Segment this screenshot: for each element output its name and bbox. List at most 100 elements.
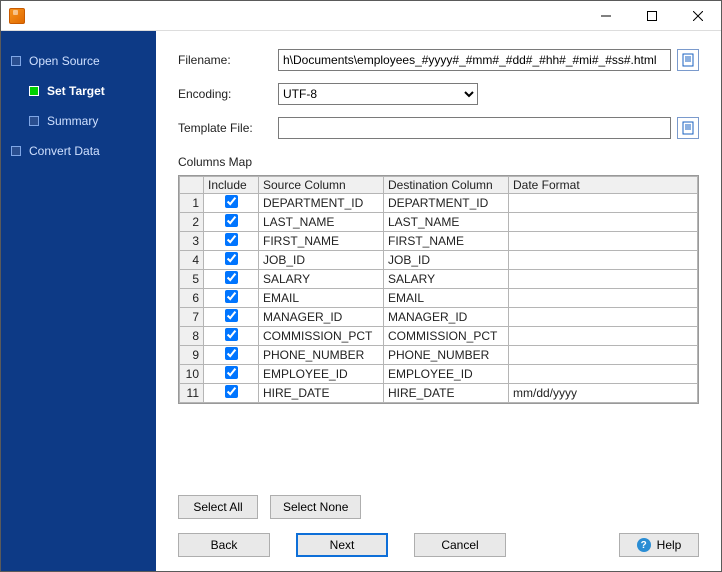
include-cell[interactable] [204, 346, 259, 365]
table-row[interactable]: 3FIRST_NAMEFIRST_NAME [180, 232, 698, 251]
filename-row: Filename: [178, 49, 699, 71]
source-cell[interactable]: MANAGER_ID [259, 308, 384, 327]
select-all-button[interactable]: Select All [178, 495, 258, 519]
col-source[interactable]: Source Column [259, 177, 384, 194]
source-cell[interactable]: EMAIL [259, 289, 384, 308]
template-input[interactable] [278, 117, 671, 139]
dest-cell[interactable]: PHONE_NUMBER [384, 346, 509, 365]
nav-summary[interactable]: Summary [23, 111, 152, 131]
nav-label: Summary [47, 114, 98, 128]
source-cell[interactable]: DEPARTMENT_ID [259, 194, 384, 213]
format-cell[interactable] [509, 251, 698, 270]
include-checkbox[interactable] [225, 214, 238, 227]
include-checkbox[interactable] [225, 252, 238, 265]
dest-cell[interactable]: EMPLOYEE_ID [384, 365, 509, 384]
table-row[interactable]: 10EMPLOYEE_IDEMPLOYEE_ID [180, 365, 698, 384]
source-cell[interactable]: LAST_NAME [259, 213, 384, 232]
cancel-button[interactable]: Cancel [414, 533, 506, 557]
select-none-button[interactable]: Select None [270, 495, 361, 519]
nav-marker-icon [29, 86, 39, 96]
table-row[interactable]: 4JOB_IDJOB_ID [180, 251, 698, 270]
dest-cell[interactable]: SALARY [384, 270, 509, 289]
format-cell[interactable] [509, 270, 698, 289]
format-cell[interactable] [509, 308, 698, 327]
help-button[interactable]: ? Help [619, 533, 699, 557]
include-checkbox[interactable] [225, 233, 238, 246]
source-cell[interactable]: COMMISSION_PCT [259, 327, 384, 346]
close-button[interactable] [675, 1, 721, 30]
include-checkbox[interactable] [225, 385, 238, 398]
format-cell[interactable] [509, 365, 698, 384]
dest-cell[interactable]: EMAIL [384, 289, 509, 308]
nav-open-source[interactable]: Open Source [5, 51, 152, 71]
table-row[interactable]: 7MANAGER_IDMANAGER_ID [180, 308, 698, 327]
format-cell[interactable] [509, 213, 698, 232]
source-cell[interactable]: FIRST_NAME [259, 232, 384, 251]
wizard-buttons: Back Next Cancel ? Help [178, 533, 699, 557]
include-checkbox[interactable] [225, 290, 238, 303]
client-area: Open Source Set Target Summary Convert D… [1, 31, 721, 571]
columns-map-grid[interactable]: Include Source Column Destination Column… [178, 175, 699, 404]
include-cell[interactable] [204, 384, 259, 403]
include-checkbox[interactable] [225, 347, 238, 360]
dest-cell[interactable]: HIRE_DATE [384, 384, 509, 403]
maximize-button[interactable] [629, 1, 675, 30]
row-number: 2 [180, 213, 204, 232]
format-cell[interactable] [509, 194, 698, 213]
dest-cell[interactable]: LAST_NAME [384, 213, 509, 232]
dest-cell[interactable]: MANAGER_ID [384, 308, 509, 327]
col-dest[interactable]: Destination Column [384, 177, 509, 194]
include-cell[interactable] [204, 308, 259, 327]
row-number: 8 [180, 327, 204, 346]
table-row[interactable]: 1DEPARTMENT_IDDEPARTMENT_ID [180, 194, 698, 213]
dest-cell[interactable]: DEPARTMENT_ID [384, 194, 509, 213]
include-checkbox[interactable] [225, 271, 238, 284]
dest-cell[interactable]: JOB_ID [384, 251, 509, 270]
minimize-button[interactable] [583, 1, 629, 30]
help-label: Help [657, 538, 682, 552]
include-cell[interactable] [204, 289, 259, 308]
table-row[interactable]: 11HIRE_DATEHIRE_DATEmm/dd/yyyy [180, 384, 698, 403]
table-row[interactable]: 9PHONE_NUMBERPHONE_NUMBER [180, 346, 698, 365]
format-cell[interactable] [509, 232, 698, 251]
nav-marker-icon [11, 146, 21, 156]
table-row[interactable]: 5SALARYSALARY [180, 270, 698, 289]
dest-cell[interactable]: FIRST_NAME [384, 232, 509, 251]
include-cell[interactable] [204, 251, 259, 270]
nav-convert-data[interactable]: Convert Data [5, 141, 152, 161]
source-cell[interactable]: EMPLOYEE_ID [259, 365, 384, 384]
source-cell[interactable]: SALARY [259, 270, 384, 289]
format-cell[interactable] [509, 289, 698, 308]
next-button[interactable]: Next [296, 533, 388, 557]
source-cell[interactable]: PHONE_NUMBER [259, 346, 384, 365]
include-checkbox[interactable] [225, 328, 238, 341]
format-cell[interactable]: mm/dd/yyyy [509, 384, 698, 403]
encoding-select[interactable]: UTF-8 [278, 83, 478, 105]
dest-cell[interactable]: COMMISSION_PCT [384, 327, 509, 346]
back-button[interactable]: Back [178, 533, 270, 557]
include-cell[interactable] [204, 327, 259, 346]
include-checkbox[interactable] [225, 366, 238, 379]
col-include[interactable]: Include [204, 177, 259, 194]
include-cell[interactable] [204, 232, 259, 251]
table-row[interactable]: 6EMAILEMAIL [180, 289, 698, 308]
table-row[interactable]: 8 COMMISSION_PCTCOMMISSION_PCT [180, 327, 698, 346]
source-cell[interactable]: JOB_ID [259, 251, 384, 270]
include-cell[interactable] [204, 194, 259, 213]
format-cell[interactable] [509, 346, 698, 365]
include-cell[interactable] [204, 213, 259, 232]
col-format[interactable]: Date Format [509, 177, 698, 194]
include-cell[interactable] [204, 365, 259, 384]
encoding-row: Encoding: UTF-8 [178, 83, 699, 105]
format-cell[interactable] [509, 327, 698, 346]
table-row[interactable]: 2 LAST_NAMELAST_NAME [180, 213, 698, 232]
include-checkbox[interactable] [225, 309, 238, 322]
source-cell[interactable]: HIRE_DATE [259, 384, 384, 403]
filename-input[interactable] [278, 49, 671, 71]
include-cell[interactable] [204, 270, 259, 289]
include-checkbox[interactable] [225, 195, 238, 208]
browse-filename-button[interactable] [677, 49, 699, 71]
nav-set-target[interactable]: Set Target [23, 81, 152, 101]
nav-marker-icon [29, 116, 39, 126]
browse-template-button[interactable] [677, 117, 699, 139]
